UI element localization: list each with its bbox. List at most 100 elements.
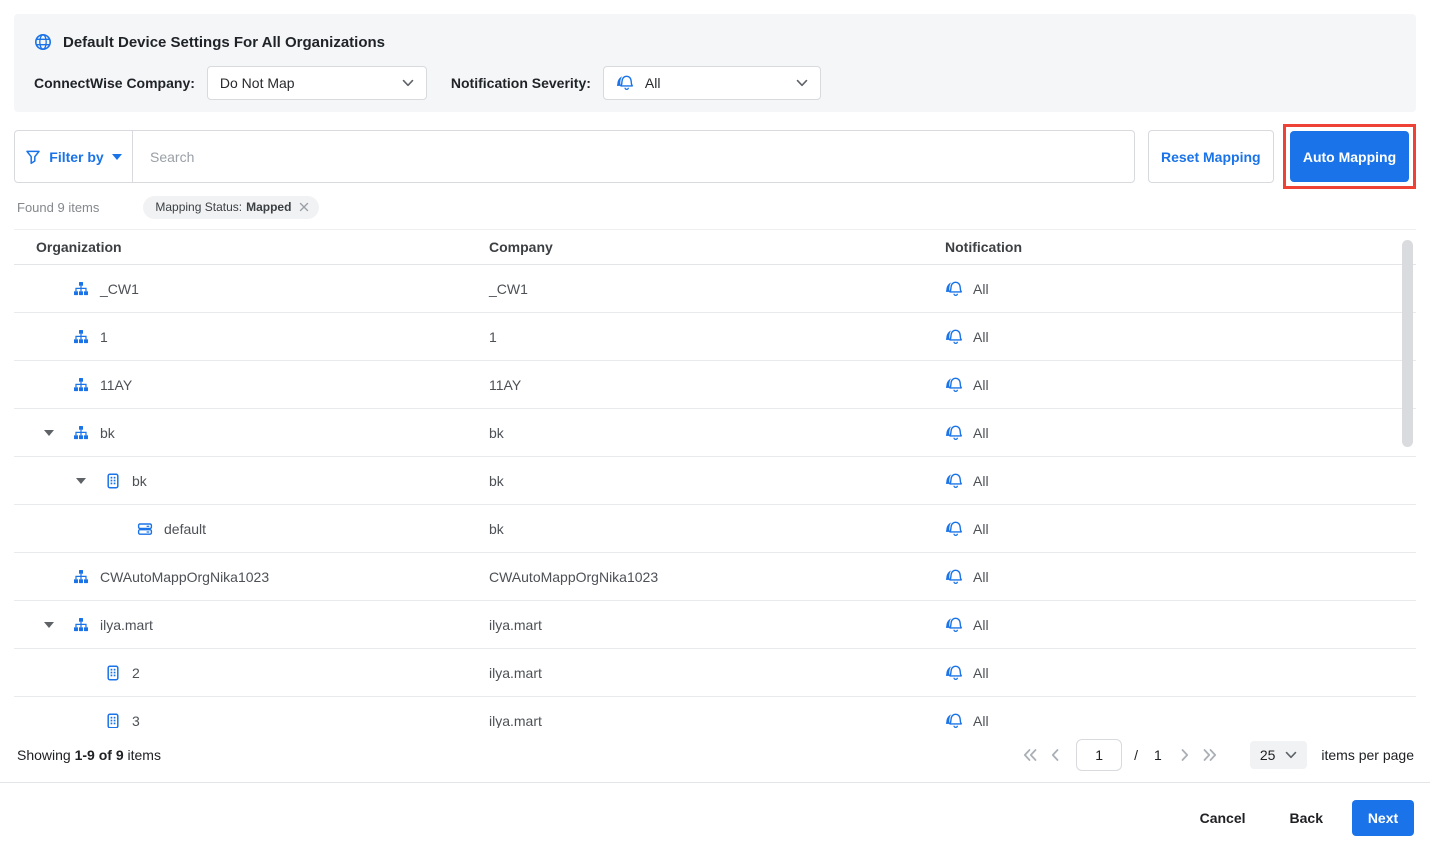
org-name: ilya.mart xyxy=(100,617,153,633)
sitemap-icon xyxy=(73,281,89,297)
globe-icon xyxy=(34,33,52,51)
cancel-button[interactable]: Cancel xyxy=(1200,810,1246,826)
column-organization: Organization xyxy=(14,239,489,255)
notification-severity-select[interactable]: All xyxy=(603,66,821,100)
notification-value: All xyxy=(973,569,989,585)
items-per-page-select[interactable]: 25 xyxy=(1250,741,1308,769)
red-highlight-annotation: Auto Mapping xyxy=(1283,124,1416,189)
items-per-page-label: items per page xyxy=(1321,747,1414,763)
bell-icon xyxy=(945,665,965,681)
chip-prefix: Mapping Status: xyxy=(155,200,242,214)
funnel-icon xyxy=(25,149,41,165)
notification-severity-label: Notification Severity: xyxy=(451,75,591,91)
next-button[interactable]: Next xyxy=(1352,800,1414,836)
toolbar: Filter by Reset Mapping Auto Mapping xyxy=(14,130,1416,183)
org-name: bk xyxy=(132,473,147,489)
org-name: _CW1 xyxy=(100,281,139,297)
company-name: ilya.mart xyxy=(489,617,945,633)
chevron-left-icon xyxy=(1050,748,1060,762)
collapse-caret-icon[interactable] xyxy=(76,478,86,484)
table-row[interactable]: bk bk All xyxy=(14,409,1416,457)
sitemap-icon xyxy=(73,329,89,345)
sitemap-icon xyxy=(73,617,89,633)
mapping-status-filter-chip[interactable]: Mapping Status: Mapped xyxy=(143,196,319,219)
column-company: Company xyxy=(489,239,945,255)
building-icon xyxy=(105,713,121,729)
org-name: 3 xyxy=(132,713,140,729)
bell-icon xyxy=(945,521,965,537)
next-page-button[interactable] xyxy=(1174,748,1196,762)
pagination-footer: Showing 1-9 of 9 items / 1 25 items per … xyxy=(0,728,1430,783)
org-name: default xyxy=(164,521,206,537)
chevron-right-icon xyxy=(1180,748,1190,762)
default-settings-panel: Default Device Settings For All Organiza… xyxy=(14,14,1416,112)
vertical-scrollbar[interactable] xyxy=(1402,240,1413,447)
column-notification: Notification xyxy=(945,239,1416,255)
results-summary-row: Found 9 items Mapping Status: Mapped xyxy=(17,196,1416,218)
notification-severity-value: All xyxy=(645,75,796,91)
last-page-button[interactable] xyxy=(1196,748,1224,762)
page-separator: / xyxy=(1134,747,1138,763)
bell-icon xyxy=(945,425,965,441)
notification-value: All xyxy=(973,617,989,633)
connectwise-company-select[interactable]: Do Not Map xyxy=(207,66,427,100)
org-name: 1 xyxy=(100,329,108,345)
collapse-caret-icon[interactable] xyxy=(44,622,54,628)
filter-by-label: Filter by xyxy=(49,149,103,165)
search-input[interactable] xyxy=(133,131,1134,182)
pager: / 1 25 items per page xyxy=(1016,739,1414,771)
bell-icon xyxy=(945,617,965,633)
chip-close-icon[interactable] xyxy=(298,201,310,213)
bell-icon xyxy=(945,569,965,585)
org-name: CWAutoMappOrgNika1023 xyxy=(100,569,269,585)
company-name: ilya.mart xyxy=(489,665,945,681)
page-number-input[interactable] xyxy=(1076,739,1122,771)
table-row[interactable]: 1 1 All xyxy=(14,313,1416,361)
table-row[interactable]: 11AY 11AY All xyxy=(14,361,1416,409)
reset-mapping-button[interactable]: Reset Mapping xyxy=(1148,130,1274,183)
company-name: 11AY xyxy=(489,377,945,393)
bell-icon xyxy=(945,281,965,297)
company-name: ilya.mart xyxy=(489,713,945,729)
search-combo: Filter by xyxy=(14,130,1135,183)
previous-page-button[interactable] xyxy=(1044,748,1066,762)
notification-value: All xyxy=(973,377,989,393)
bell-icon xyxy=(945,377,965,393)
bell-icon xyxy=(945,713,965,729)
table-row[interactable]: _CW1 _CW1 All xyxy=(14,265,1416,313)
table-header: Organization Company Notification xyxy=(14,229,1416,265)
table-row[interactable]: default bk All xyxy=(14,505,1416,553)
caret-down-icon xyxy=(112,154,122,160)
auto-mapping-button[interactable]: Auto Mapping xyxy=(1290,131,1409,182)
notification-value: All xyxy=(973,329,989,345)
table-row[interactable]: bk bk All xyxy=(14,457,1416,505)
panel-title: Default Device Settings For All Organiza… xyxy=(63,34,385,51)
company-name: bk xyxy=(489,425,945,441)
sitemap-icon xyxy=(73,377,89,393)
filter-by-button[interactable]: Filter by xyxy=(15,131,133,182)
org-name: bk xyxy=(100,425,115,441)
first-page-button[interactable] xyxy=(1016,748,1044,762)
table-row[interactable]: CWAutoMappOrgNika1023 CWAutoMappOrgNika1… xyxy=(14,553,1416,601)
items-per-page-value: 25 xyxy=(1260,747,1276,763)
notification-value: All xyxy=(973,425,989,441)
table-row[interactable]: 3 ilya.mart All xyxy=(14,697,1416,729)
notification-value: All xyxy=(973,713,989,729)
company-name: bk xyxy=(489,473,945,489)
table-row[interactable]: ilya.mart ilya.mart All xyxy=(14,601,1416,649)
server-stack-icon xyxy=(137,521,153,537)
chevron-down-icon xyxy=(402,79,414,87)
building-icon xyxy=(105,665,121,681)
table-row[interactable]: 2 ilya.mart All xyxy=(14,649,1416,697)
sitemap-icon xyxy=(73,425,89,441)
notification-value: All xyxy=(973,665,989,681)
back-button[interactable]: Back xyxy=(1290,810,1323,826)
collapse-caret-icon[interactable] xyxy=(44,430,54,436)
total-pages: 1 xyxy=(1154,747,1162,763)
organization-mapping-table: Organization Company Notification _CW1 _… xyxy=(14,229,1416,729)
chip-value: Mapped xyxy=(246,200,291,214)
building-icon xyxy=(105,473,121,489)
device-mapping-page: Default Device Settings For All Organiza… xyxy=(0,0,1430,852)
org-name: 11AY xyxy=(100,377,132,393)
notification-value: All xyxy=(973,521,989,537)
